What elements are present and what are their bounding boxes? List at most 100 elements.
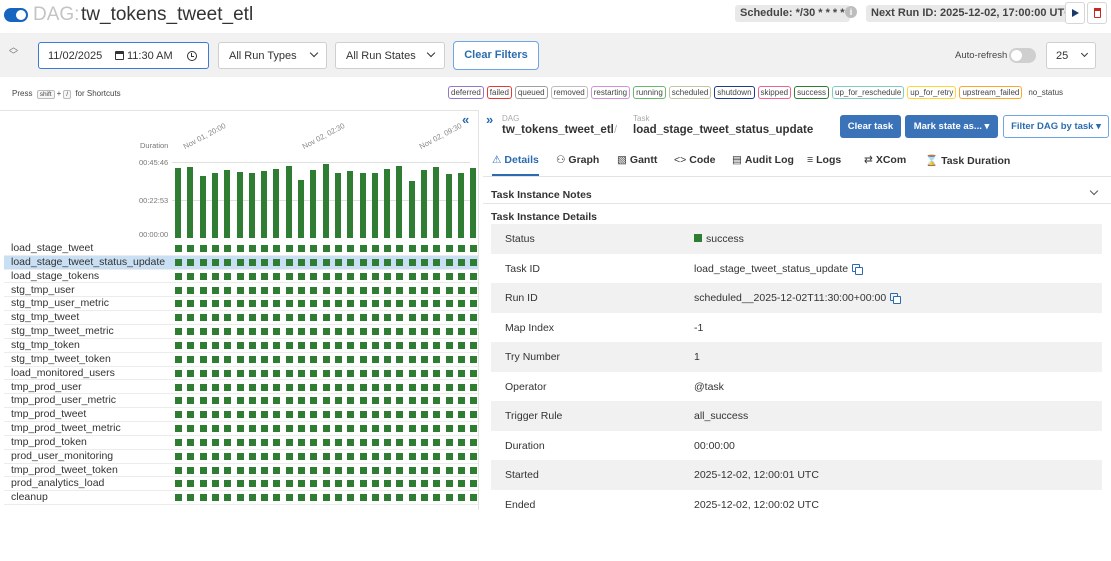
task-instance-cell[interactable] [248,258,256,266]
task-instance-cell[interactable] [285,355,293,363]
task-instance-cell[interactable] [470,314,478,322]
task-instance-cell[interactable] [334,383,342,391]
task-instance-cell[interactable] [248,369,256,377]
task-instance-cell[interactable] [236,258,244,266]
run-duration-bar[interactable] [273,169,280,238]
task-instance-cell[interactable] [211,369,219,377]
task-instance-cell[interactable] [187,245,195,252]
task-instance-cell[interactable] [347,452,355,460]
task-instance-cell[interactable] [371,452,379,460]
task-instance-cell[interactable] [175,397,182,405]
task-instance-cell[interactable] [224,383,232,391]
task-name[interactable]: stg_tmp_tweet [11,311,79,324]
task-row[interactable]: prod_user_monitoring [4,450,478,464]
task-instance-cell[interactable] [433,286,441,294]
task-instance-cell[interactable] [470,438,478,446]
task-instance-cell[interactable] [384,328,392,336]
num-runs-select[interactable]: 25 [1046,42,1096,69]
task-instance-cell[interactable] [187,300,195,308]
task-instance-cell[interactable] [371,314,379,322]
task-instance-cell[interactable] [261,411,269,419]
task-instance-cell[interactable] [285,480,293,488]
legend-chip-failed[interactable]: failed [486,86,512,99]
task-instance-cell[interactable] [347,328,355,336]
task-instance-cell[interactable] [273,411,281,419]
task-instance-cell[interactable] [273,341,281,349]
task-name[interactable]: stg_tmp_user [11,284,75,297]
task-instance-cell[interactable] [187,369,195,377]
task-name[interactable]: tmp_prod_user_metric [11,394,116,407]
task-instance-cell[interactable] [359,411,367,419]
task-instance-cell[interactable] [396,355,404,363]
task-instance-cell[interactable] [298,286,305,294]
task-instance-cell[interactable] [359,452,367,460]
task-instance-cell[interactable] [175,438,182,446]
task-instance-cell[interactable] [199,466,207,474]
task-instance-cell[interactable] [396,480,404,488]
task-instance-cell[interactable] [421,258,428,266]
task-instance-cell[interactable] [445,369,453,377]
run-duration-bar[interactable] [445,174,452,238]
task-instance-cell[interactable] [285,328,293,336]
task-instance-cell[interactable] [187,438,195,446]
task-instance-cell[interactable] [261,355,269,363]
task-instance-cell[interactable] [359,341,367,349]
task-instance-cell[interactable] [298,355,305,363]
task-instance-cell[interactable] [408,466,416,474]
task-instance-cell[interactable] [445,411,453,419]
task-instance-cell[interactable] [175,480,182,488]
task-instance-cell[interactable] [273,245,281,252]
task-instance-cell[interactable] [273,452,281,460]
task-row[interactable]: load_stage_tweet [4,242,478,256]
task-instance-cell[interactable] [175,383,182,391]
task-instance-cell[interactable] [445,314,453,322]
task-instance-cell[interactable] [248,328,256,336]
task-instance-cell[interactable] [421,438,428,446]
task-instance-cell[interactable] [347,438,355,446]
task-instance-cell[interactable] [236,245,244,252]
task-instance-cell[interactable] [310,411,318,419]
task-instance-cell[interactable] [199,369,207,377]
task-instance-cell[interactable] [310,341,318,349]
run-duration-bar[interactable] [408,181,415,238]
task-instance-cell[interactable] [273,314,281,322]
task-instance-cell[interactable] [285,314,293,322]
task-instance-cell[interactable] [199,286,207,294]
task-instance-cell[interactable] [298,494,305,502]
task-instance-cell[interactable] [445,494,453,502]
task-instance-cell[interactable] [433,258,441,266]
task-instance-cell[interactable] [187,425,195,433]
task-row[interactable]: tmp_prod_token [4,436,478,450]
task-instance-cell[interactable] [273,438,281,446]
task-instance-cell[interactable] [322,300,330,308]
task-instance-cell[interactable] [421,466,428,474]
task-instance-cell[interactable] [322,369,330,377]
task-instance-cell[interactable] [457,411,465,419]
run-duration-bar[interactable] [457,173,464,238]
calendar-icon[interactable] [115,51,124,60]
task-instance-cell[interactable] [322,328,330,336]
run-duration-bar[interactable] [199,176,206,238]
task-instance-cell[interactable] [322,286,330,294]
task-instance-cell[interactable] [384,286,392,294]
task-instance-cell[interactable] [396,286,404,294]
task-instance-cell[interactable] [248,314,256,322]
task-instance-cell[interactable] [175,328,182,336]
task-instance-cell[interactable] [187,258,195,266]
task-instance-cell[interactable] [396,452,404,460]
task-instance-cell[interactable] [457,383,465,391]
task-instance-cell[interactable] [396,300,404,308]
task-instance-cell[interactable] [347,300,355,308]
task-instance-cell[interactable] [236,438,244,446]
tab-task-duration[interactable]: ⌛ Task Duration [925,154,1010,167]
task-row[interactable]: stg_tmp_token [4,339,478,353]
task-instance-cell[interactable] [199,494,207,502]
task-instance-cell[interactable] [199,341,207,349]
task-instance-cell[interactable] [396,425,404,433]
task-instance-cell[interactable] [224,425,232,433]
run-duration-bar[interactable] [470,168,477,238]
task-instance-cell[interactable] [248,397,256,405]
task-instance-cell[interactable] [359,258,367,266]
run-duration-bar[interactable] [310,170,317,238]
task-instance-cell[interactable] [334,328,342,336]
